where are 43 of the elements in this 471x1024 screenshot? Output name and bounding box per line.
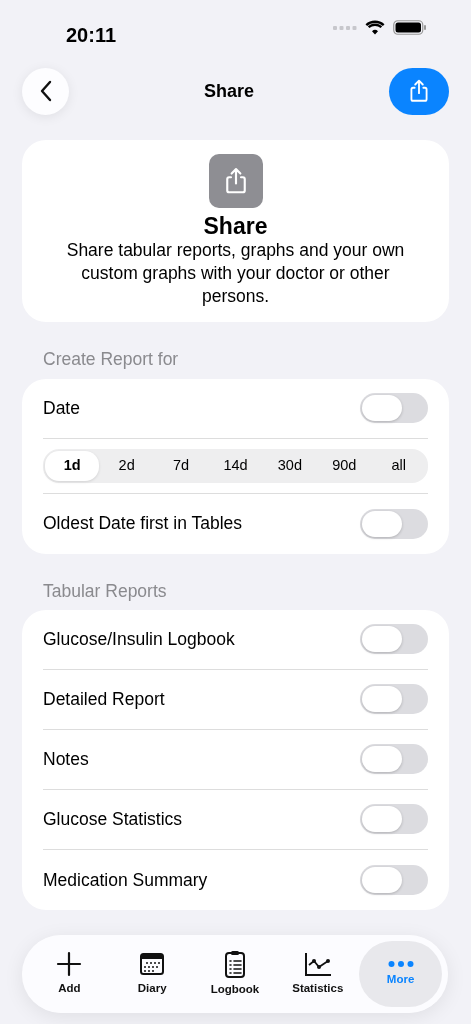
range-segment[interactable]: 90d	[317, 450, 372, 481]
row-label: Date	[43, 396, 80, 420]
more-icon	[387, 959, 414, 968]
range-segment[interactable]: 30d	[262, 450, 318, 481]
row-label: Notes	[43, 748, 89, 772]
intro-text: Share tabular reports, graphs and your own custom graphs with your doctor or other persons.	[65, 239, 406, 309]
toggle-switch[interactable]	[360, 393, 428, 424]
battery-icon	[393, 20, 427, 35]
toggle-switch[interactable]	[360, 744, 428, 775]
range-segment[interactable]: 7d	[153, 450, 209, 481]
clipboard-icon	[222, 949, 248, 978]
tab-item[interactable]: Statistics	[276, 941, 360, 1007]
range-segment[interactable]: all	[371, 450, 426, 481]
status-time: 20:11	[66, 23, 117, 48]
range-segment[interactable]: 1d	[45, 450, 100, 481]
tab-item[interactable]: Logbook	[193, 941, 277, 1007]
toggle-switch[interactable]	[360, 624, 428, 655]
signal-icon	[333, 24, 357, 31]
wifi-icon	[365, 20, 385, 35]
calendar-icon	[139, 950, 166, 977]
toggle-switch[interactable]	[360, 684, 428, 715]
row-label: Glucose Statistics	[43, 808, 183, 832]
page-title: Share	[204, 79, 254, 103]
section-header: Tabular Reports	[42, 579, 168, 603]
back-icon	[38, 80, 53, 102]
line-chart-icon	[303, 950, 332, 977]
row-label: Medication Summary	[43, 868, 208, 892]
range-segment[interactable]: 14d	[208, 450, 263, 481]
toggle-switch[interactable]	[360, 864, 428, 895]
share-button[interactable]	[389, 67, 449, 115]
tab-item[interactable]: Add	[28, 941, 111, 1007]
toggle-switch[interactable]	[360, 804, 428, 835]
toggle-switch[interactable]	[360, 508, 428, 539]
range-segment[interactable]: 2d	[99, 450, 154, 481]
row-label: Oldest Date first in Tables	[43, 512, 243, 536]
row-label: Detailed Report	[43, 688, 165, 712]
share-icon	[208, 154, 263, 208]
plus-icon	[56, 950, 83, 977]
tab-item[interactable]: Diary	[110, 941, 194, 1007]
row-label: Glucose/Insulin Logbook	[43, 628, 235, 652]
section-header: Create Report for	[42, 348, 180, 372]
back-button[interactable]	[22, 67, 69, 115]
intro-title: Share	[202, 214, 269, 240]
